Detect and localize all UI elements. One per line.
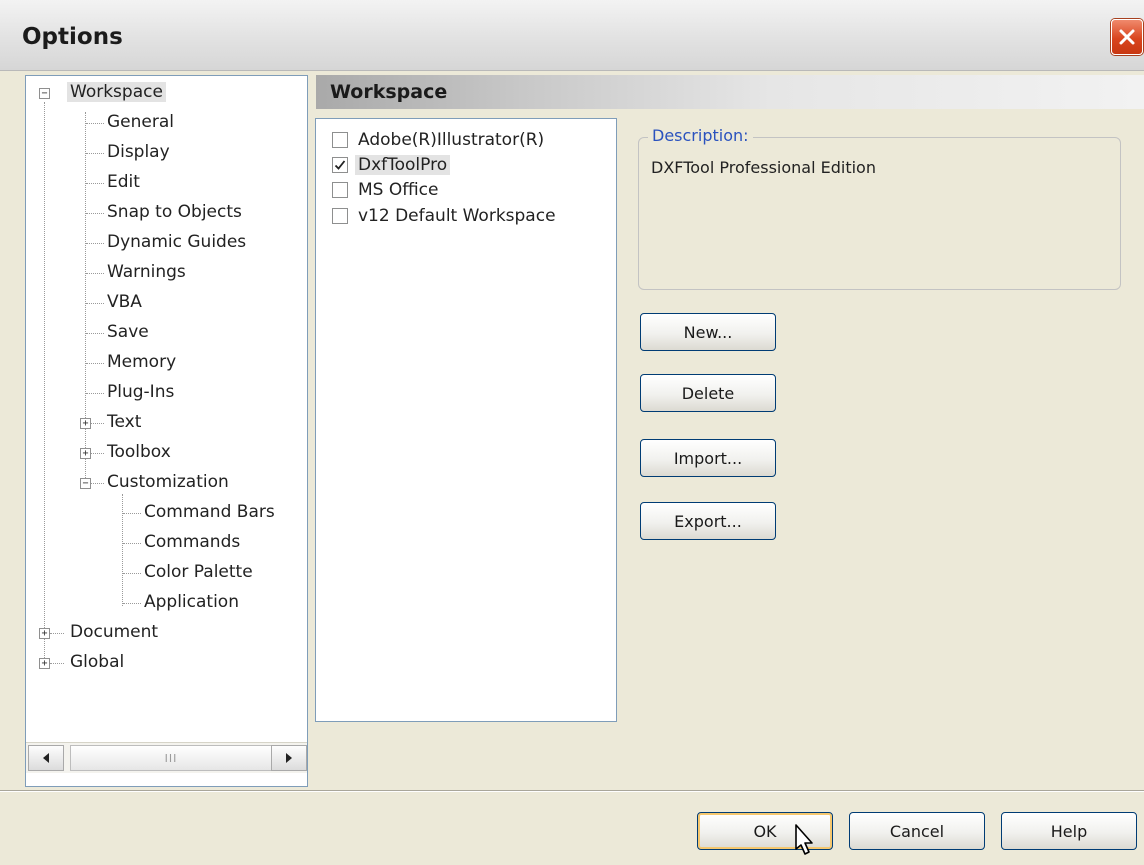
description-label: Description: — [648, 126, 753, 145]
close-button[interactable] — [1111, 19, 1143, 55]
scroll-left-button[interactable] — [28, 745, 64, 771]
scrollbar-grip: III — [164, 751, 178, 765]
checkbox[interactable] — [332, 182, 348, 198]
workspace-list[interactable]: Adobe(R)Illustrator(R) DxfToolPro MS Off… — [315, 118, 617, 722]
tree-item-dynamic-guides[interactable]: Dynamic Guides — [107, 232, 246, 252]
tree-item-workspace[interactable]: Workspace — [67, 82, 166, 102]
description-text: DXFTool Professional Edition — [651, 158, 876, 177]
tree-connector — [44, 102, 45, 664]
list-item-ms-office[interactable]: MS Office — [332, 177, 438, 203]
close-icon — [1119, 29, 1135, 45]
list-item-dxftoolpro[interactable]: DxfToolPro — [332, 152, 451, 178]
arrow-right-icon — [286, 753, 292, 763]
cancel-button[interactable]: Cancel — [849, 812, 985, 850]
tree-item-command-bars[interactable]: Command Bars — [144, 502, 275, 522]
tree-item-snap-to-objects[interactable]: Snap to Objects — [107, 202, 242, 222]
section-header: Workspace — [316, 75, 1144, 109]
checkbox[interactable] — [332, 208, 348, 224]
list-item-label: v12 Default Workspace — [358, 206, 556, 226]
checkmark-icon — [334, 160, 346, 170]
tree-item-commands[interactable]: Commands — [144, 532, 240, 552]
tree-item-document[interactable]: Document — [70, 622, 158, 642]
tree-item-general[interactable]: General — [107, 112, 174, 132]
tree-item-color-palette[interactable]: Color Palette — [144, 562, 253, 582]
options-tree[interactable]: − + + − + + Workspace General Display Ed… — [25, 75, 308, 787]
footer-separator — [0, 790, 1144, 791]
arrow-left-icon — [43, 753, 49, 763]
tree-item-warnings[interactable]: Warnings — [107, 262, 186, 282]
tree-item-application[interactable]: Application — [144, 592, 239, 612]
tree-item-vba[interactable]: VBA — [107, 292, 142, 312]
tree-connector — [85, 112, 86, 488]
tree-item-global[interactable]: Global — [70, 652, 124, 672]
collapse-icon[interactable]: − — [39, 88, 50, 99]
tree-item-plug-ins[interactable]: Plug-Ins — [107, 382, 174, 402]
checkbox[interactable] — [332, 132, 348, 148]
new-workspace-button[interactable]: New... — [640, 313, 776, 351]
export-workspace-button[interactable]: Export... — [640, 502, 776, 540]
scrollbar-thumb[interactable]: III — [70, 745, 272, 771]
scroll-right-button[interactable] — [271, 745, 307, 771]
tree-horizontal-scrollbar[interactable]: III — [26, 742, 307, 773]
list-item-v12-default-workspace[interactable]: v12 Default Workspace — [332, 203, 556, 229]
delete-workspace-button[interactable]: Delete — [640, 374, 776, 412]
import-workspace-button[interactable]: Import... — [640, 439, 776, 477]
expand-icon[interactable]: + — [39, 628, 50, 639]
window-title: Options — [22, 24, 123, 50]
tree-item-edit[interactable]: Edit — [107, 172, 140, 192]
tree-item-toolbox[interactable]: Toolbox — [107, 442, 171, 462]
tree-item-memory[interactable]: Memory — [107, 352, 176, 372]
expand-icon[interactable]: + — [80, 418, 91, 429]
tree-connector — [122, 494, 123, 606]
tree-item-save[interactable]: Save — [107, 322, 149, 342]
expand-icon[interactable]: + — [80, 448, 91, 459]
help-button[interactable]: Help — [1001, 812, 1137, 850]
collapse-icon[interactable]: − — [80, 478, 91, 489]
mouse-pointer-icon — [795, 824, 813, 855]
title-bar: Options — [0, 0, 1144, 71]
list-item-label: Adobe(R)Illustrator(R) — [358, 130, 545, 150]
tree-item-customization[interactable]: Customization — [107, 472, 229, 492]
list-item-label: DxfToolPro — [355, 155, 451, 175]
section-title: Workspace — [330, 81, 448, 103]
checkbox[interactable] — [332, 157, 348, 173]
tree-item-text[interactable]: Text — [107, 412, 141, 432]
expand-icon[interactable]: + — [39, 658, 50, 669]
tree-item-display[interactable]: Display — [107, 142, 170, 162]
list-item-label: MS Office — [358, 180, 439, 200]
list-item-adobe-illustrator[interactable]: Adobe(R)Illustrator(R) — [332, 127, 544, 153]
